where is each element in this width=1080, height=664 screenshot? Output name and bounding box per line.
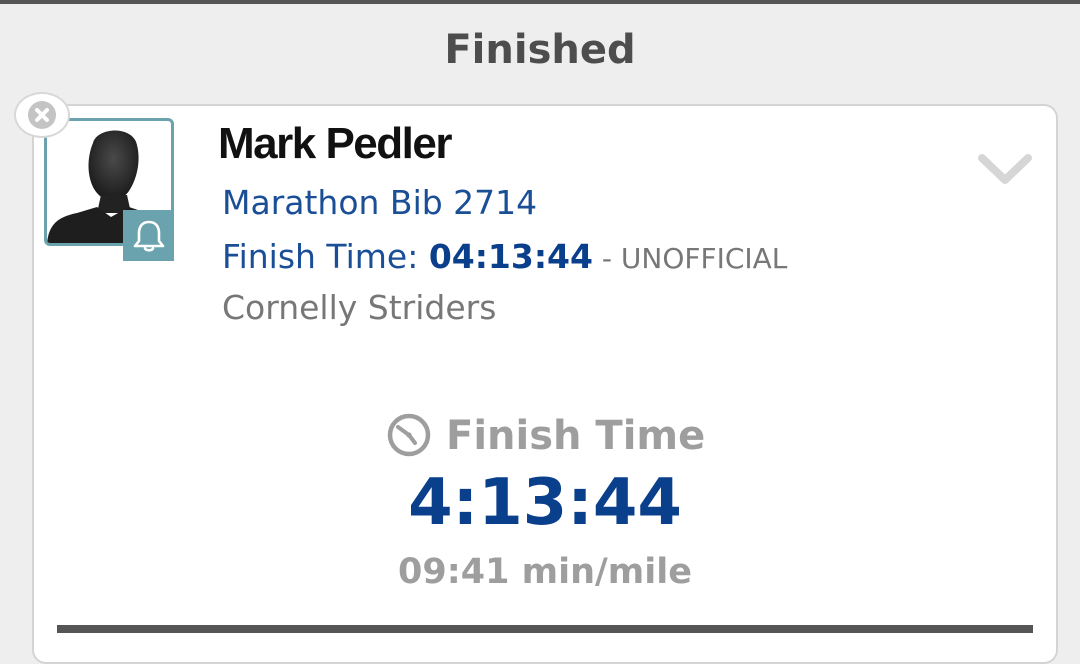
finish-time-line: Finish Time: 04:13:44 - UNOFFICIAL xyxy=(222,236,787,280)
top-divider xyxy=(0,0,1080,4)
section-title: Finished xyxy=(444,27,636,73)
bottom-divider xyxy=(57,625,1033,633)
chevron-down-icon xyxy=(978,154,1032,184)
runner-bib: Marathon Bib 2714 xyxy=(222,183,538,222)
bell-icon xyxy=(133,220,165,252)
expand-card-button[interactable] xyxy=(978,152,1032,192)
runner-club: Cornelly Striders xyxy=(222,288,497,327)
remove-runner-button[interactable] xyxy=(14,92,70,138)
pace-value: 09:41 min/mile xyxy=(398,552,692,592)
close-circle-icon xyxy=(28,101,56,129)
runner-name: Mark Pedler xyxy=(218,119,452,168)
finish-time-label: Finish Time: xyxy=(222,237,429,276)
finish-time-large: 4:13:44 xyxy=(408,466,682,540)
finish-time-status: - UNOFFICIAL xyxy=(592,242,788,275)
finish-time-heading-label: Finish Time xyxy=(446,413,706,459)
finish-time-value: 04:13:44 xyxy=(428,237,593,276)
clock-icon xyxy=(387,413,431,457)
alert-toggle[interactable] xyxy=(123,210,174,261)
